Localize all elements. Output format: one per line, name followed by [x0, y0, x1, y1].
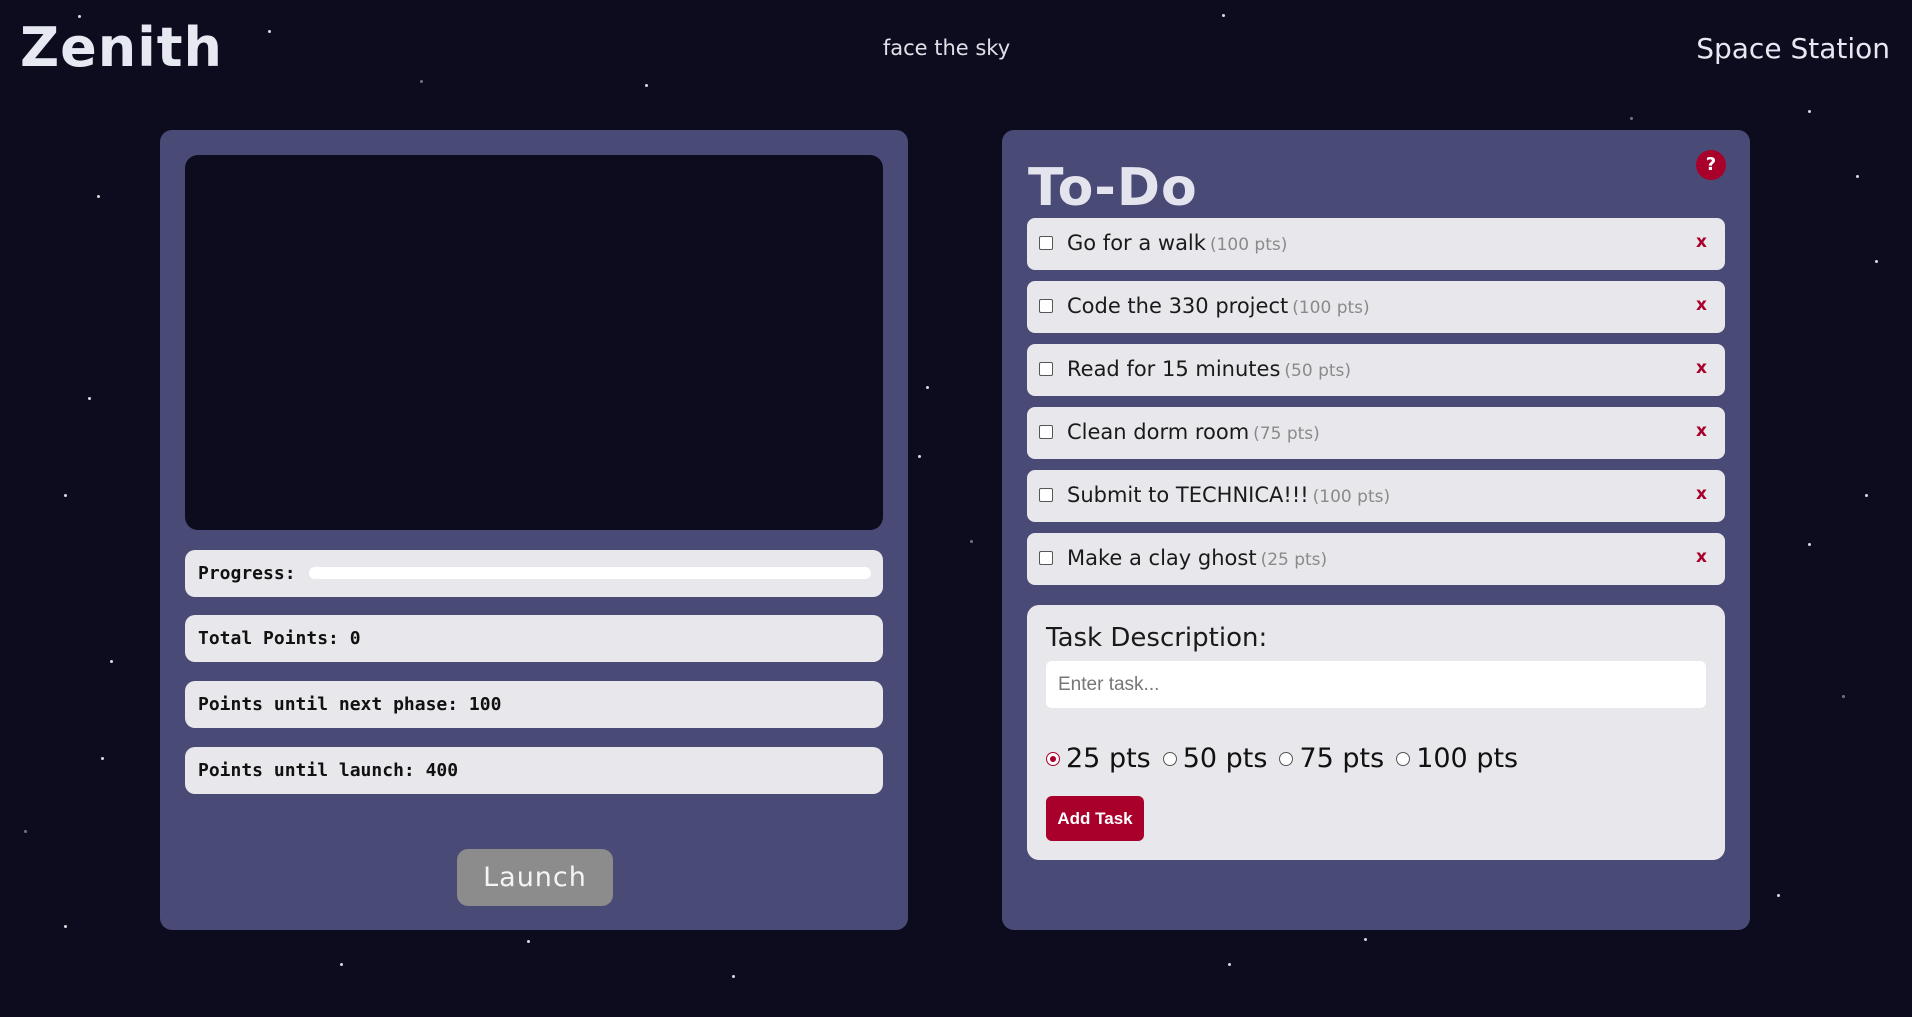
- task-checkbox[interactable]: [1039, 425, 1053, 439]
- progress-bar-row: Progress:: [185, 550, 883, 597]
- points-option-label: 50 pts: [1182, 743, 1268, 774]
- task-description-input[interactable]: [1046, 661, 1706, 708]
- progress-label: Progress:: [198, 563, 296, 584]
- todo-title: To-Do: [1028, 158, 1198, 218]
- star: [1222, 14, 1225, 17]
- points-option-label: 75 pts: [1299, 743, 1385, 774]
- add-task-form: Task Description: 25 pts 50 pts 75 pts 1…: [1027, 605, 1725, 860]
- star: [926, 386, 929, 389]
- task-points: (50 pts): [1284, 361, 1352, 381]
- station-display: [185, 155, 883, 530]
- task-item: Read for 15 minutes (50 pts) x: [1027, 344, 1725, 396]
- star: [732, 975, 735, 978]
- task-name: Code the 330 project: [1067, 294, 1289, 318]
- task-name: Go for a walk: [1067, 231, 1206, 255]
- task-name: Make a clay ghost: [1067, 546, 1257, 570]
- task-checkbox[interactable]: [1039, 488, 1053, 502]
- star: [1630, 117, 1633, 120]
- remove-task-icon[interactable]: x: [1696, 484, 1707, 504]
- star: [918, 455, 921, 458]
- station-panel: Progress: Total Points: 0 Points until n…: [160, 130, 908, 930]
- star: [1808, 110, 1811, 113]
- task-item: Code the 330 project (100 pts) x: [1027, 281, 1725, 333]
- star: [101, 757, 104, 760]
- points-radio-group: 25 pts 50 pts 75 pts 100 pts: [1046, 743, 1530, 774]
- points-option-label: 25 pts: [1066, 743, 1151, 774]
- star: [645, 84, 648, 87]
- remove-task-icon[interactable]: x: [1696, 421, 1707, 441]
- task-checkbox[interactable]: [1039, 551, 1053, 565]
- task-checkbox[interactable]: [1039, 362, 1053, 376]
- task-item: Submit to TECHNICA!!! (100 pts) x: [1027, 470, 1725, 522]
- star: [64, 494, 67, 497]
- task-name: Clean dorm room: [1067, 420, 1250, 444]
- star: [1875, 260, 1878, 263]
- points-option-label: 100 pts: [1416, 743, 1519, 774]
- task-item: Go for a walk (100 pts) x: [1027, 218, 1725, 270]
- star: [1808, 543, 1811, 546]
- task-item: Make a clay ghost (25 pts) x: [1027, 533, 1725, 585]
- star: [97, 195, 100, 198]
- radio-button[interactable]: [1279, 751, 1294, 766]
- progress-bar: [309, 567, 871, 579]
- star: [420, 80, 423, 83]
- star: [527, 940, 530, 943]
- task-points: (100 pts): [1209, 235, 1288, 255]
- radio-button[interactable]: [1046, 751, 1060, 766]
- star: [1228, 963, 1231, 966]
- remove-task-icon[interactable]: x: [1696, 295, 1707, 315]
- star: [1856, 175, 1859, 178]
- points-until-launch: Points until launch: 400: [185, 747, 883, 794]
- tagline: face the sky: [882, 36, 1011, 60]
- star: [340, 963, 343, 966]
- radio-button[interactable]: [1396, 751, 1411, 766]
- help-icon[interactable]: ?: [1696, 150, 1726, 180]
- task-points: (75 pts): [1253, 424, 1320, 444]
- star: [110, 660, 113, 663]
- task-points: (100 pts): [1292, 298, 1370, 318]
- star: [24, 830, 27, 833]
- task-points: (100 pts): [1312, 487, 1391, 507]
- task-checkbox[interactable]: [1039, 236, 1053, 250]
- space-station-link[interactable]: Space Station: [1696, 32, 1890, 65]
- star: [64, 925, 67, 928]
- task-points: (25 pts): [1260, 550, 1328, 570]
- task-description-label: Task Description:: [1046, 623, 1268, 653]
- star: [1842, 695, 1845, 698]
- task-name: Submit to TECHNICA!!!: [1067, 483, 1309, 507]
- star: [970, 540, 973, 543]
- star: [1364, 938, 1367, 941]
- todo-panel: To-Do ? Go for a walk (100 pts) x Code th…: [1002, 130, 1750, 930]
- task-name: Read for 15 minutes: [1067, 357, 1281, 381]
- total-points: Total Points: 0: [185, 615, 883, 662]
- radio-button[interactable]: [1162, 751, 1177, 766]
- star: [1865, 494, 1868, 497]
- star: [1777, 894, 1780, 897]
- star: [88, 397, 91, 400]
- remove-task-icon[interactable]: x: [1696, 547, 1707, 567]
- remove-task-icon[interactable]: x: [1696, 358, 1707, 378]
- points-option[interactable]: 100 pts: [1396, 743, 1518, 774]
- points-option[interactable]: 50 pts: [1162, 743, 1268, 774]
- points-until-next-phase: Points until next phase: 100: [185, 681, 883, 728]
- star: [268, 30, 271, 33]
- points-option[interactable]: 25 pts: [1046, 743, 1151, 774]
- remove-task-icon[interactable]: x: [1696, 232, 1707, 252]
- add-task-button[interactable]: Add Task: [1046, 796, 1144, 841]
- launch-button[interactable]: Launch: [457, 849, 613, 906]
- task-item: Clean dorm room (75 pts) x: [1027, 407, 1725, 459]
- task-checkbox[interactable]: [1039, 299, 1053, 313]
- points-option[interactable]: 75 pts: [1279, 743, 1384, 774]
